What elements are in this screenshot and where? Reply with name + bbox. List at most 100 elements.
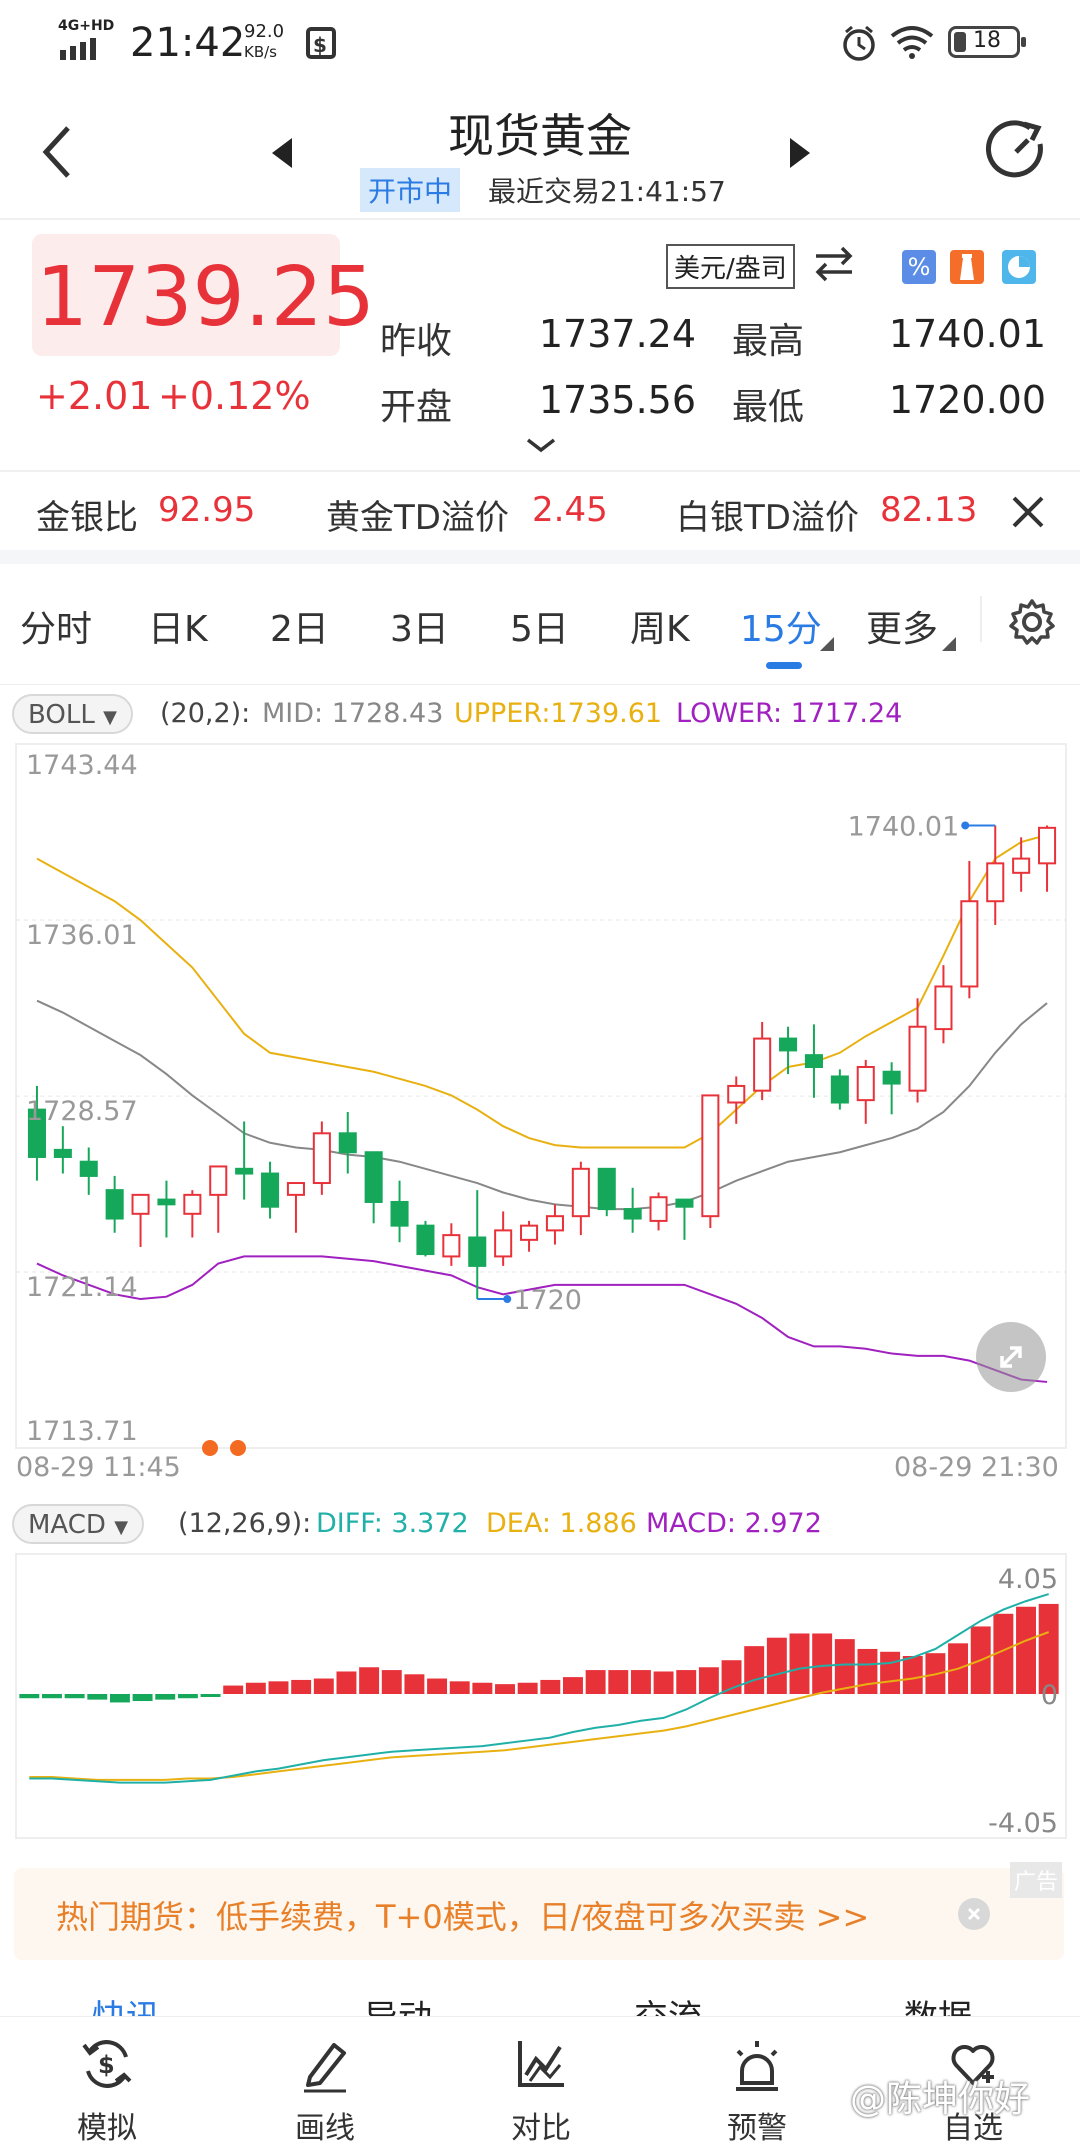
candle [882,1062,901,1115]
candle-body [183,1193,202,1215]
event-dot[interactable] [230,1440,246,1456]
macd-bar [766,1637,787,1694]
macd-chart[interactable]: 4.05 0 -4.05 [0,1550,1080,1840]
candle-body [53,1148,72,1158]
close-icon[interactable] [1010,494,1046,534]
nav-simulate-label: 模拟 [77,2111,137,2146]
tab-more-dropdown-icon [942,636,956,655]
tab-3day[interactable]: 3日 [390,600,449,652]
alarm-icon [840,24,878,66]
high-value: 1740.01 [888,312,1046,356]
gold-td-premium-label: 黄金TD溢价 [326,498,509,538]
macd-bar [245,1682,266,1694]
macd-bar [87,1694,108,1700]
nav-alert[interactable]: 预警 [682,2017,832,2154]
candle [183,1190,202,1238]
candle [79,1147,98,1195]
macd-bar [857,1648,878,1694]
macd-indicator-selector[interactable]: MACD ▼ [12,1504,145,1544]
prev-instrument-icon[interactable] [270,136,296,174]
lighthouse-icon[interactable] [950,250,984,284]
boll-upper-line [36,833,1048,1149]
x-axis-start-label: 08-29 11:45 [16,1452,181,1483]
nav-simulate[interactable]: $ 模拟 [32,2017,182,2154]
low-label: 最低 [732,387,805,428]
swap-icon[interactable] [814,246,854,286]
boll-indicator-selector[interactable]: BOLL ▼ [12,694,133,734]
min-label: 1720 [513,1285,582,1316]
percent-tool-icon[interactable]: % [902,250,936,284]
back-icon[interactable] [38,124,78,184]
candle [779,1026,798,1075]
boll-lower: LOWER: 1717.24 [676,698,903,729]
max-label: 1740.01 [848,811,960,842]
candle [312,1121,331,1195]
dropdown-caret-icon: ▼ [103,707,117,728]
candle [908,998,927,1103]
candle-body [520,1224,539,1241]
candle-body [1038,826,1057,865]
high-label: 最高 [732,321,805,362]
tab-weekly-k[interactable]: 周K [630,600,690,652]
candle-body [79,1160,98,1177]
event-dot[interactable] [202,1440,218,1456]
next-instrument-icon[interactable] [786,136,812,174]
pen-icon [304,2043,346,2093]
candle-body [312,1132,331,1185]
candle-body [468,1236,487,1267]
ad-banner[interactable]: 热门期货：低手续费，T+0模式，日/夜盘可多次买卖 >> 广告 [14,1862,1064,1960]
candle-body [856,1065,875,1102]
tab-daily-k[interactable]: 日K [148,600,208,652]
tab-2day[interactable]: 2日 [270,600,329,652]
macd-indicator-name: MACD [28,1510,106,1540]
tab-15min[interactable]: 15分 [740,600,822,652]
ad-close-icon[interactable] [958,1898,990,1930]
signal-icon [60,36,106,64]
macd-bar [744,1646,765,1694]
macd-bar [834,1639,855,1694]
fullscreen-expand-icon[interactable] [976,1322,1046,1392]
candlestick-chart[interactable]: 1743.44 1736.01 1728.57 1721.14 1713.71 1740… [0,740,1080,1480]
expand-chevron-icon[interactable] [526,438,556,458]
candle [520,1220,539,1252]
macd-bar [630,1670,651,1694]
nav-compare[interactable]: 对比 [466,2017,616,2154]
candle-body [364,1151,383,1203]
y-axis-labels: 1743.44 1736.01 1728.57 1721.14 1713.71 [26,750,138,1447]
svg-text:$: $ [98,2051,115,2079]
y-tick-label: 1713.71 [26,1416,138,1447]
pie-chart-icon[interactable] [1002,250,1036,284]
settings-gear-icon[interactable] [1008,598,1056,650]
nav-compare-label: 对比 [511,2111,571,2146]
candle [1038,825,1057,892]
tab-5day[interactable]: 5日 [510,600,569,652]
candle [753,1022,772,1101]
candle-body [804,1054,823,1068]
ad-tag: 广告 [1010,1862,1063,1898]
candle-body [882,1070,901,1085]
macd-y-tick-label: 4.05 [998,1564,1058,1595]
candle [571,1161,590,1236]
unit-selector[interactable]: 美元/盎司 [666,244,795,289]
candle [261,1161,280,1219]
silver-td-premium-label: 白银TD溢价 [676,498,859,538]
nav-draw[interactable]: 画线 [250,2017,400,2154]
candle [649,1192,668,1231]
candle-body [442,1234,461,1258]
refresh-icon[interactable] [984,118,1048,186]
candle-body [286,1182,305,1196]
open-value: 1735.56 [538,378,696,422]
macd-bar [495,1684,515,1694]
tab-more[interactable]: 更多 [866,600,938,652]
candle [235,1121,254,1200]
candle-body [779,1037,798,1052]
tab-timeshare[interactable]: 分时 [20,600,92,652]
chart-gridlines [16,919,1066,1273]
candle [364,1151,383,1224]
candle [934,965,953,1044]
net-speed-unit: KB/s [244,43,277,61]
macd-y-tick-label: 0 [1041,1680,1058,1711]
candle [468,1190,487,1300]
chart-frame [15,743,1067,1449]
macd-bar [155,1694,176,1700]
